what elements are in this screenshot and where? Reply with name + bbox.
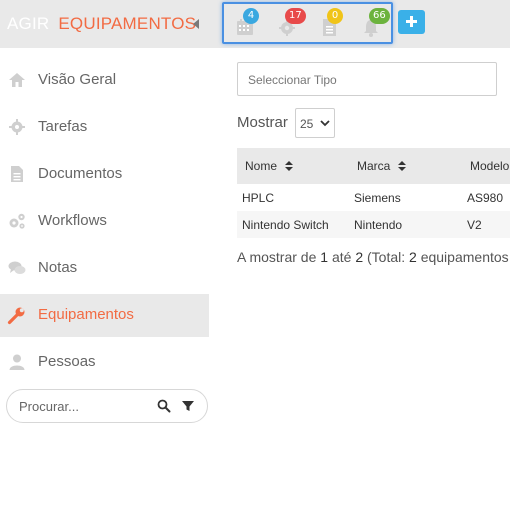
column-header-modelo[interactable]: Modelo — [470, 159, 509, 173]
sidebar-item-workflows[interactable]: Workflows — [0, 200, 209, 243]
cell-nome: HPLC — [242, 191, 275, 205]
summary-total-prefix: (Total: — [367, 249, 406, 265]
summary-prefix: A mostrar de — [237, 249, 317, 265]
table-summary: A mostrar de 1 até 2 (Total: 2 equipamen… — [237, 249, 509, 265]
collapse-sidebar-caret-icon[interactable] — [193, 19, 199, 29]
column-header-label: Nome — [245, 159, 278, 173]
chat-icon — [7, 258, 27, 278]
gears-icon — [7, 211, 27, 231]
section-title: EQUIPAMENTOS — [58, 14, 197, 33]
sidebar-item-label: Documentos — [38, 165, 123, 182]
brand: AGIR EQUIPAMENTOS — [7, 14, 196, 34]
sidebar-item-label: Workflows — [38, 212, 107, 229]
sidebar-item-pessoas[interactable]: Pessoas — [0, 341, 209, 384]
calendar-button[interactable]: 4 — [234, 8, 259, 38]
wrench-icon — [7, 305, 27, 325]
sidebar-item-notas[interactable]: Notas — [0, 247, 209, 290]
column-header-marca[interactable]: Marca — [357, 159, 407, 173]
page-size-value: 25 — [300, 117, 314, 131]
filter-icon[interactable] — [181, 399, 195, 413]
documents-badge: 0 — [327, 8, 343, 24]
search-input[interactable] — [19, 397, 149, 415]
page-size-select[interactable]: 25 — [295, 108, 335, 138]
sort-icon — [285, 161, 294, 171]
table-row[interactable]: HPLC Siemens AS980 — [237, 184, 510, 211]
sidebar-search — [6, 389, 208, 423]
main-content: Seleccionar Tipo Mostrar 25 Nome Marca M… — [209, 48, 510, 523]
column-header-label: Marca — [357, 159, 391, 173]
show-label: Mostrar — [237, 114, 288, 131]
sidebar-item-documentos[interactable]: Documentos — [0, 153, 209, 196]
cell-marca: Siemens — [354, 191, 401, 205]
sidebar-item-visao-geral[interactable]: Visão Geral — [0, 59, 209, 102]
summary-from: 1 — [320, 249, 329, 265]
document-icon — [7, 164, 27, 184]
calendar-badge: 4 — [243, 8, 259, 24]
sidebar-item-label: Tarefas — [38, 118, 88, 135]
search-icon[interactable] — [157, 399, 171, 413]
add-button[interactable] — [398, 10, 425, 34]
sidebar-item-label: Pessoas — [38, 353, 96, 370]
tasks-badge: 17 — [285, 8, 306, 24]
column-header-nome[interactable]: Nome — [245, 159, 294, 173]
user-icon — [7, 352, 27, 372]
summary-suffix: equipamentos — [420, 249, 509, 265]
app-name[interactable]: AGIR — [7, 14, 49, 33]
table-row[interactable]: Nintendo Switch Nintendo V2 — [237, 211, 510, 238]
sort-icon — [398, 161, 407, 171]
cell-nome: Nintendo Switch — [242, 218, 329, 232]
top-bar: AGIR EQUIPAMENTOS 4 17 0 66 — [0, 0, 510, 48]
gear-icon — [7, 117, 27, 137]
sidebar-item-label: Visão Geral — [38, 71, 117, 88]
cell-modelo: V2 — [467, 218, 482, 232]
type-select-placeholder: Seleccionar Tipo — [248, 73, 337, 87]
sidebar-item-tarefas[interactable]: Tarefas — [0, 106, 209, 149]
table-header: Nome Marca Modelo — [237, 148, 510, 184]
home-icon — [7, 70, 27, 90]
cell-modelo: AS980 — [467, 191, 504, 205]
sidebar-item-equipamentos[interactable]: Equipamentos — [0, 294, 209, 337]
sidebar-item-label: Equipamentos — [38, 306, 134, 323]
sidebar: Visão Geral Tarefas Documentos Workflows… — [0, 48, 209, 523]
summary-total: 2 — [409, 249, 417, 265]
cell-marca: Nintendo — [354, 218, 403, 232]
notifications-button[interactable]: 66 — [360, 8, 390, 38]
type-select[interactable]: Seleccionar Tipo — [237, 62, 497, 96]
notification-icon-group: 4 17 0 66 — [222, 2, 393, 44]
chevron-down-icon — [320, 120, 330, 127]
documents-button[interactable]: 0 — [318, 8, 343, 38]
tasks-button[interactable]: 17 — [276, 8, 306, 38]
summary-to: 2 — [355, 249, 364, 265]
summary-to-word: até — [331, 249, 352, 265]
column-header-label: Modelo — [470, 159, 510, 173]
notifications-badge: 66 — [369, 8, 390, 24]
sidebar-item-label: Notas — [38, 259, 78, 276]
